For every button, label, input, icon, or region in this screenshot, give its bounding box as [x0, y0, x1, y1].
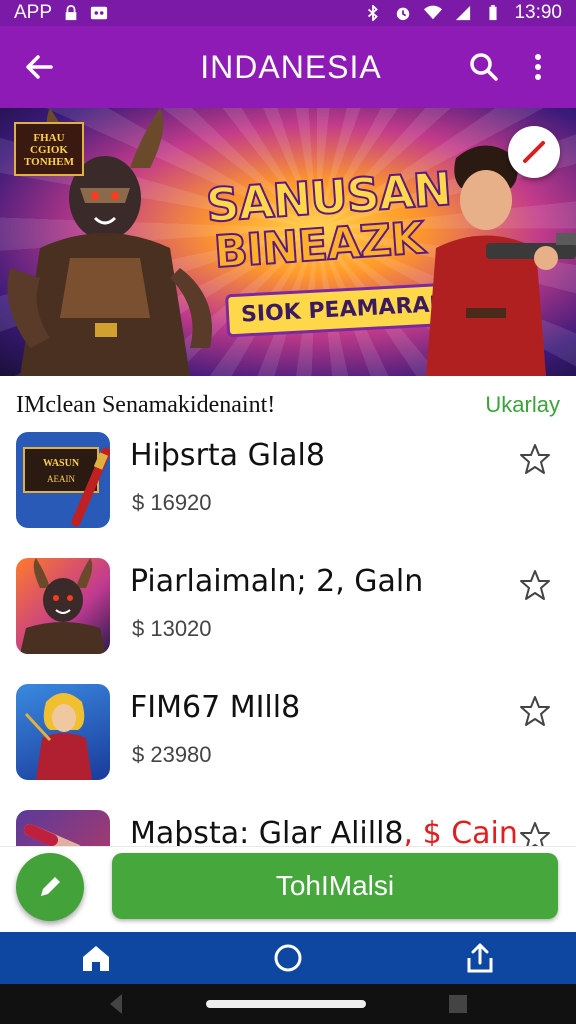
nav-share[interactable] [450, 933, 510, 983]
section-title: IMclean Senamakidenaint! [16, 391, 276, 418]
svg-text:AEAIN: AEAIN [47, 474, 75, 484]
status-time: 13:90 [514, 2, 562, 23]
item-thumbnail: WASUN AEAIN [16, 432, 110, 528]
item-price: $ 16920 [132, 490, 212, 515]
edit-fab[interactable] [16, 853, 84, 921]
item-thumbnail [16, 558, 110, 654]
wifi-icon [424, 5, 443, 20]
share-icon [467, 943, 493, 973]
search-icon [470, 53, 498, 81]
status-app-label: APP [14, 2, 53, 23]
app-bar: INDANESIA [0, 26, 576, 108]
banner-close-button[interactable] [508, 126, 560, 178]
heroine-blonde-image [24, 693, 92, 780]
search-button[interactable] [464, 42, 504, 92]
circle-icon [274, 944, 302, 972]
alarm-icon [397, 7, 410, 21]
promo-banner[interactable]: FHAU CGIOK TONHEM SANUSAN BINEAZK SIOK P… [0, 108, 576, 376]
back-button[interactable] [0, 26, 78, 108]
list-item[interactable]: FIM67 MIll8 $ 23980 [0, 676, 576, 802]
media-icon [90, 6, 108, 20]
item-price: $ 23980 [132, 742, 212, 767]
system-nav-bar [0, 984, 576, 1024]
arrow-left-icon [26, 55, 53, 79]
star-outline-icon[interactable] [518, 694, 552, 728]
poster-sword-image: WASUN AEAIN [23, 447, 110, 527]
item-price: $ 13020 [132, 616, 212, 641]
primary-action-button[interactable]: TohIMalsi [112, 853, 558, 919]
bottom-nav [0, 932, 576, 984]
svg-text:WASUN: WASUN [43, 458, 80, 469]
star-outline-icon[interactable] [518, 442, 552, 476]
action-area: TohIMalsi [0, 846, 576, 932]
item-name: Hiþsrta Glal8 [130, 438, 325, 473]
battery-icon [489, 5, 498, 21]
bluetooth-icon [368, 5, 379, 21]
item-thumbnail [16, 684, 110, 780]
system-back-icon[interactable] [108, 993, 124, 1015]
nav-circle[interactable] [258, 933, 318, 983]
system-home-pill[interactable] [206, 1000, 366, 1008]
banner-badge: FHAU CGIOK TONHEM [14, 122, 84, 176]
demon-warrior-image [20, 558, 106, 654]
signal-icon [456, 5, 471, 21]
pencil-icon [41, 877, 60, 896]
home-icon [83, 946, 109, 971]
nav-home[interactable] [66, 933, 126, 983]
item-name: FIM67 MIll8 [130, 690, 301, 725]
slash-icon [523, 141, 545, 163]
page-title: INDANESIA [200, 48, 382, 85]
more-options-button[interactable] [518, 42, 558, 92]
list-item[interactable]: WASUN AEAIN Hiþsrta Glal8 $ 16920 [0, 424, 576, 550]
star-outline-icon[interactable] [518, 568, 552, 602]
lock-icon [65, 5, 77, 21]
section-link[interactable]: Ukarlay [485, 392, 560, 418]
list-item[interactable]: Piarlaimaln; 2, Galn $ 13020 [0, 550, 576, 676]
item-name: Piarlaimaln; 2, Galn [130, 564, 424, 599]
system-recents-icon[interactable] [448, 994, 468, 1014]
more-vert-icon [535, 54, 541, 80]
gunner-hero-illustration [426, 145, 576, 376]
status-bar: APP 13:90 [0, 0, 576, 26]
